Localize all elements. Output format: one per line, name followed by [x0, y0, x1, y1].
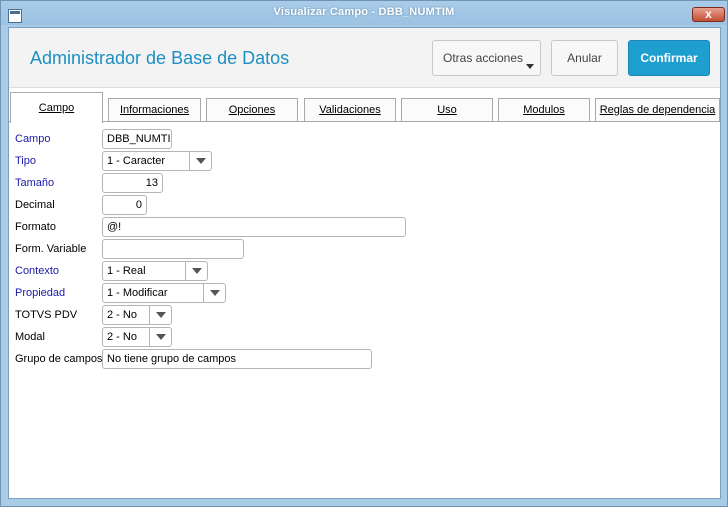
- campo-input[interactable]: DBB_NUMTIM: [102, 129, 172, 149]
- decimal-label: Decimal: [15, 199, 55, 211]
- confirmar-button[interactable]: Confirmar: [628, 40, 710, 76]
- grupo-input[interactable]: No tiene grupo de campos: [102, 349, 372, 369]
- modal-value: 2 - No: [107, 331, 137, 343]
- grupo-label: Grupo de campos: [15, 353, 103, 365]
- form-variable-input[interactable]: [102, 239, 244, 259]
- decimal-input[interactable]: 0: [102, 195, 147, 215]
- tamano-label: Tamaño: [15, 177, 55, 189]
- chevron-down-icon: [526, 64, 534, 69]
- contexto-value: 1 - Real: [107, 265, 146, 277]
- otras-acciones-label: Otras acciones: [443, 51, 524, 65]
- dialog-window: Visualizar Campo - DBB_NUMTIM x Administ…: [0, 0, 728, 507]
- tab-reglas-de-dependencia[interactable]: Reglas de dependencia: [595, 98, 720, 122]
- dropdown-arrow-icon[interactable]: [203, 284, 225, 302]
- totvs-pdv-select[interactable]: 2 - No: [102, 305, 172, 325]
- formato-label: Formato: [15, 221, 56, 233]
- header-bar: Administrador de Base de Datos Otras acc…: [9, 28, 720, 88]
- page-title: Administrador de Base de Datos: [30, 48, 290, 68]
- tab-uso[interactable]: Uso: [401, 98, 493, 122]
- window-title: Visualizar Campo - DBB_NUMTIM: [273, 6, 455, 18]
- modal-label: Modal: [15, 331, 45, 343]
- dropdown-arrow-icon[interactable]: [185, 262, 207, 280]
- tab-modulos[interactable]: Modulos: [498, 98, 590, 122]
- tipo-select[interactable]: 1 - Caracter: [102, 151, 212, 171]
- propiedad-label: Propiedad: [15, 287, 66, 299]
- otras-acciones-button[interactable]: Otras acciones: [432, 40, 541, 76]
- campo-label: Campo: [15, 133, 51, 145]
- form-variable-label: Form. Variable: [15, 243, 87, 255]
- propiedad-select[interactable]: 1 - Modificar: [102, 283, 226, 303]
- close-button[interactable]: x: [692, 7, 725, 22]
- contexto-select[interactable]: 1 - Real: [102, 261, 208, 281]
- totvs-pdv-label: TOTVS PDV: [15, 309, 78, 321]
- title-bar[interactable]: Visualizar Campo - DBB_NUMTIM x: [1, 1, 727, 25]
- tab-informaciones[interactable]: Informaciones: [108, 98, 201, 122]
- tab-opciones[interactable]: Opciones: [206, 98, 298, 122]
- tab-validaciones[interactable]: Validaciones: [304, 98, 396, 122]
- tipo-label: Tipo: [15, 155, 36, 167]
- propiedad-value: 1 - Modificar: [107, 287, 168, 299]
- tamano-input[interactable]: 13: [102, 173, 163, 193]
- dialog-content: Administrador de Base de Datos Otras acc…: [8, 27, 721, 499]
- tab-bar: Campo Informaciones Opciones Validacione…: [9, 92, 720, 123]
- modal-select[interactable]: 2 - No: [102, 327, 172, 347]
- totvs-pdv-value: 2 - No: [107, 309, 137, 321]
- contexto-label: Contexto: [15, 265, 60, 277]
- tab-campo[interactable]: Campo: [10, 92, 103, 123]
- formato-input[interactable]: @!: [102, 217, 406, 237]
- tipo-value: 1 - Caracter: [107, 155, 166, 167]
- anular-button[interactable]: Anular: [551, 40, 618, 76]
- dropdown-arrow-icon[interactable]: [149, 306, 171, 324]
- dropdown-arrow-icon[interactable]: [189, 152, 211, 170]
- campo-form: Campo DBB_NUMTIM Tipo 1 - Caracter Tamañ…: [9, 122, 720, 498]
- dropdown-arrow-icon[interactable]: [149, 328, 171, 346]
